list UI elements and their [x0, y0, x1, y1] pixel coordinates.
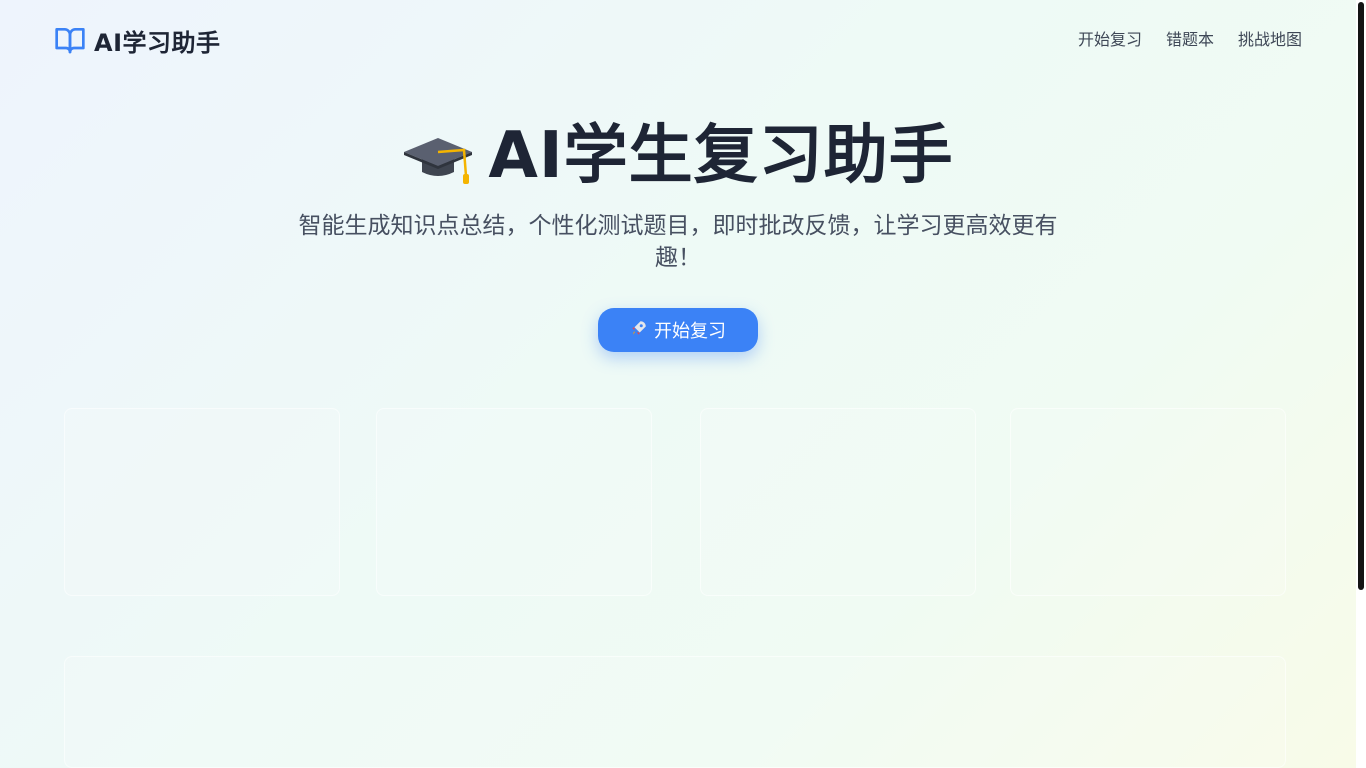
main-nav: 开始复习 错题本 挑战地图: [1054, 28, 1302, 52]
hero-heading: AI学生复习助手: [0, 112, 1356, 200]
background-card: [700, 408, 976, 596]
rocket-icon: [630, 319, 648, 342]
background-card: [64, 408, 340, 596]
brand[interactable]: AI学习助手: [54, 24, 221, 57]
graduation-cap-icon: [402, 120, 474, 192]
vertical-scrollbar[interactable]: [1356, 0, 1366, 768]
nav-item-wrong-questions[interactable]: 错题本: [1166, 28, 1214, 52]
hero-section: AI学生复习助手 智能生成知识点总结，个性化测试题目，即时批改反馈，让学习更高效…: [0, 112, 1356, 352]
background-card: [1010, 408, 1286, 596]
hero-subtitle: 智能生成知识点总结，个性化测试题目，即时批改反馈，让学习更高效更有趣！: [298, 213, 1058, 271]
nav-item-start-review[interactable]: 开始复习: [1078, 28, 1142, 52]
top-navbar: AI学习助手 开始复习 错题本 挑战地图: [0, 0, 1356, 80]
background-card: [376, 408, 652, 596]
hero-title: AI学生复习助手: [488, 119, 954, 193]
book-open-icon: [54, 24, 86, 56]
scrollbar-thumb[interactable]: [1358, 2, 1364, 590]
page: AI学习助手 开始复习 错题本 挑战地图 AI学生复习助手 智能生成知识点总结，…: [0, 0, 1356, 768]
start-review-button-label: 开始复习: [654, 321, 726, 341]
background-panel: [64, 656, 1286, 768]
nav-item-challenge-map[interactable]: 挑战地图: [1238, 28, 1302, 52]
start-review-button[interactable]: 开始复习: [598, 308, 758, 352]
brand-name: AI学习助手: [94, 28, 221, 57]
